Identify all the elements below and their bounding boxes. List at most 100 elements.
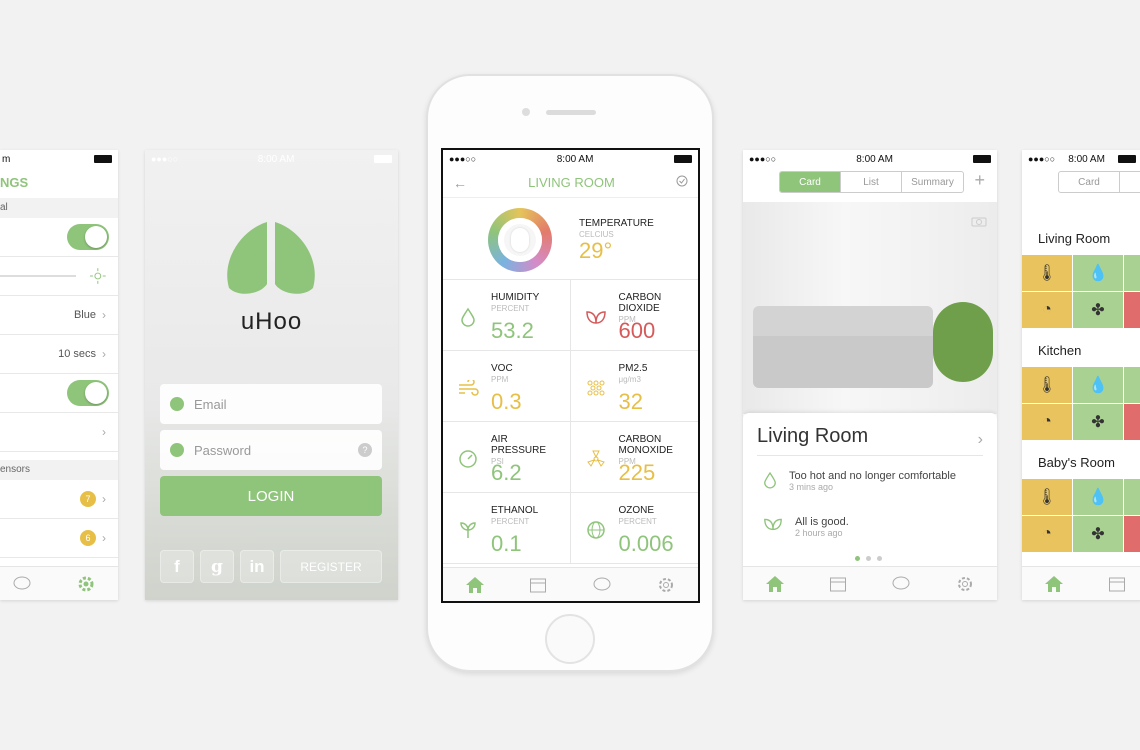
signal-icon: ●●●○○ <box>151 154 179 164</box>
metric-humidity[interactable]: HUMIDITY PERCENT 53.2 <box>443 280 571 351</box>
thermometer-icon: 🌡 <box>1022 479 1072 515</box>
room-card[interactable]: Living Room › Too hot and no longer comf… <box>743 413 997 566</box>
metric-ethanol[interactable]: ETHANOL PERCENT 0.1 <box>443 493 571 564</box>
battery-icon <box>94 155 112 163</box>
back-arrow-icon[interactable]: ← <box>453 175 467 191</box>
status-time: 8:00 AM <box>556 153 594 165</box>
toggle-switch[interactable] <box>67 380 109 406</box>
thermometer-icon: 🌡 <box>1022 255 1072 291</box>
plant-icon <box>457 519 479 541</box>
metric-label: CARBON DIOXIDE <box>618 292 662 314</box>
sensor-row-1[interactable]: 7 › <box>0 480 118 519</box>
metric-carbon-monoxide[interactable]: CARBON MONOXIDE PPM 225 <box>570 422 698 493</box>
home-icon[interactable] <box>465 576 485 594</box>
room-photo <box>743 202 997 414</box>
linkedin-button[interactable]: in <box>240 550 274 583</box>
message-time: 2 hours ago <box>795 528 843 538</box>
brightness-slider[interactable] <box>0 275 77 277</box>
metric-value: 53.2 <box>491 318 534 343</box>
home-icon[interactable] <box>765 575 785 593</box>
metric-voc[interactable]: VOC PPM 0.3 <box>443 351 571 422</box>
chevron-right-icon: › <box>102 347 106 361</box>
add-icon[interactable]: + <box>974 170 985 191</box>
password-field[interactable]: Password? <box>160 430 382 470</box>
home-icon[interactable] <box>1044 575 1064 593</box>
metric-value: 0.006 <box>618 531 674 556</box>
calendar-icon[interactable] <box>529 576 547 594</box>
help-icon[interactable]: ? <box>358 443 372 457</box>
facebook-button[interactable]: f <box>160 550 194 583</box>
phone-speaker <box>546 110 596 115</box>
water-drop-icon: 💧 <box>1073 479 1123 515</box>
sun-icon <box>90 268 106 284</box>
segment-summary[interactable]: Summary <box>902 172 963 192</box>
calendar-icon[interactable] <box>829 575 847 593</box>
settings-row-interval[interactable]: 10 secs › <box>0 335 118 374</box>
toggle-switch[interactable] <box>67 224 109 250</box>
metric-ozone[interactable]: OZONE PERCENT 0.006 <box>570 493 698 564</box>
status-bar: m <box>0 150 118 168</box>
email-placeholder: Email <box>194 396 227 412</box>
sensor-tiles[interactable]: 🌡 💧 ◔ ✤ <box>1022 367 1140 440</box>
chat-icon[interactable] <box>12 575 32 593</box>
gear-icon[interactable] <box>656 575 676 595</box>
home-button[interactable] <box>545 614 595 664</box>
sensor-tiles[interactable]: 🌡 💧 ◔ ✤ <box>1022 255 1140 328</box>
metric-unit: PERCENT <box>491 304 530 313</box>
battery-icon <box>972 155 991 163</box>
page-title: LIVING ROOM <box>528 175 615 190</box>
app-brand: uHoo <box>240 308 303 335</box>
settings-row-color[interactable]: Blue › <box>0 296 118 335</box>
settings-row-toggle-2[interactable] <box>0 374 118 413</box>
settings-row-more[interactable]: › <box>0 413 118 452</box>
room-title[interactable]: Baby's Room <box>1022 446 1140 479</box>
segment-card[interactable]: Card <box>780 172 841 192</box>
water-drop-icon: 💧 <box>1073 367 1123 403</box>
gear-icon[interactable] <box>955 574 975 594</box>
view-segmented-control: Card <box>1058 171 1140 193</box>
calendar-icon[interactable] <box>1108 575 1126 593</box>
camera-icon[interactable] <box>971 214 987 232</box>
metric-unit: PPM <box>491 375 509 384</box>
segment-list[interactable]: List <box>841 172 902 192</box>
login-button[interactable]: LOGIN <box>160 476 382 516</box>
tile <box>1124 516 1140 552</box>
google-button[interactable]: g <box>200 550 234 583</box>
metric-value: 0.1 <box>491 531 522 556</box>
settings-row-brightness[interactable] <box>0 257 118 296</box>
check-circle-icon[interactable] <box>676 174 688 192</box>
leaves-icon <box>585 306 607 328</box>
segment-list[interactable] <box>1120 172 1140 192</box>
tile <box>1124 479 1140 515</box>
tab-bar <box>443 567 698 601</box>
battery-icon <box>673 155 692 163</box>
status-bar: ●●●○○ 8:00 AM <box>1022 150 1140 168</box>
sofa-image <box>753 306 933 388</box>
metric-air-pressure[interactable]: AIR PRESSURE PSI 6.2 <box>443 422 571 493</box>
room-title[interactable]: Living Room <box>1022 222 1140 255</box>
metric-carbon-dioxide[interactable]: CARBON DIOXIDE PPM 600 <box>570 280 698 351</box>
message-text: Too hot and no longer comfortable <box>789 470 956 482</box>
segment-card[interactable]: Card <box>1059 172 1120 192</box>
status-time: 8:00 AM <box>856 153 893 165</box>
chat-icon[interactable] <box>592 576 612 594</box>
room-title[interactable]: Kitchen <box>1022 334 1140 367</box>
metric-unit: PERCENT <box>618 517 657 526</box>
sensor-row-2[interactable]: 6 › <box>0 519 118 558</box>
temperature-panel[interactable]: TEMPERATURE CELCIUS 29° <box>443 198 698 280</box>
tile <box>1124 404 1140 440</box>
message-text: All is good. <box>795 516 849 528</box>
color-value: Blue <box>73 309 96 321</box>
water-drop-icon <box>457 306 479 328</box>
metric-label: AIR PRESSURE <box>491 434 547 456</box>
settings-row-toggle-1[interactable] <box>0 218 118 257</box>
sensor-tiles[interactable]: 🌡 💧 ◔ ✤ <box>1022 479 1140 552</box>
metric-pm25[interactable]: PM2.5 μg/m3 32 <box>570 351 698 422</box>
register-button[interactable]: REGISTER <box>280 550 382 583</box>
gear-icon[interactable] <box>76 574 96 594</box>
battery-icon <box>373 155 392 163</box>
fan-icon: ✤ <box>1073 292 1123 328</box>
email-field[interactable]: Email <box>160 384 382 424</box>
plant-image <box>933 302 993 382</box>
chat-icon[interactable] <box>891 575 911 593</box>
